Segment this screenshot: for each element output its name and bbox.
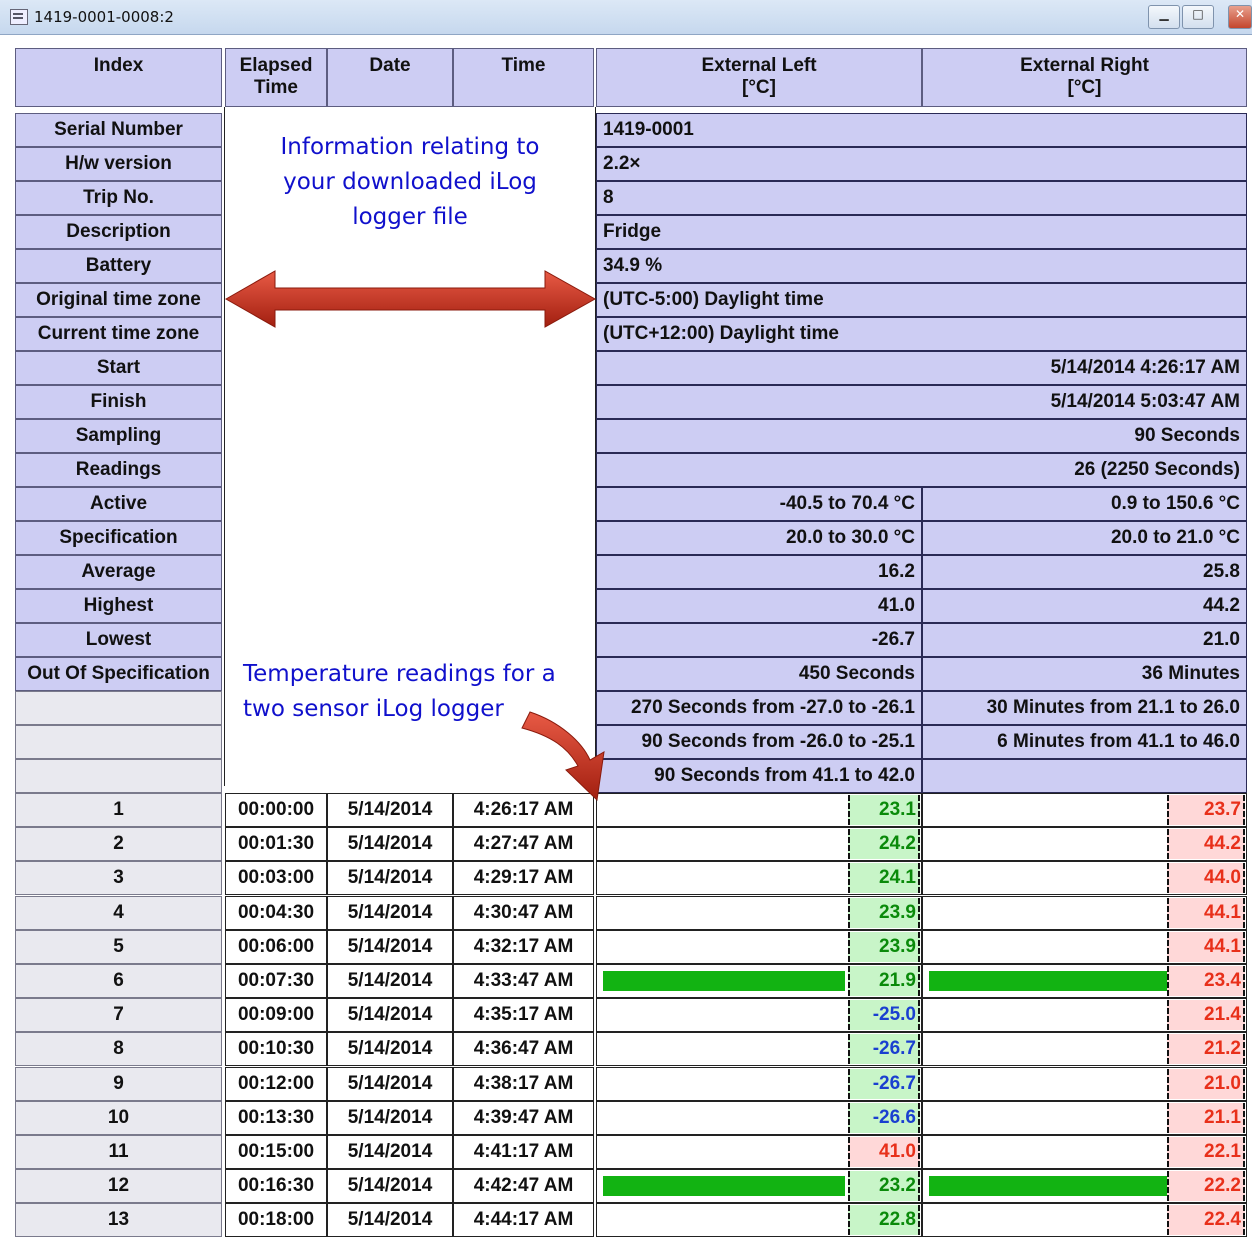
curved-arrow-icon: [521, 711, 605, 802]
double-arrow-icon: [224, 270, 597, 328]
annotation-arrows: [224, 270, 605, 802]
